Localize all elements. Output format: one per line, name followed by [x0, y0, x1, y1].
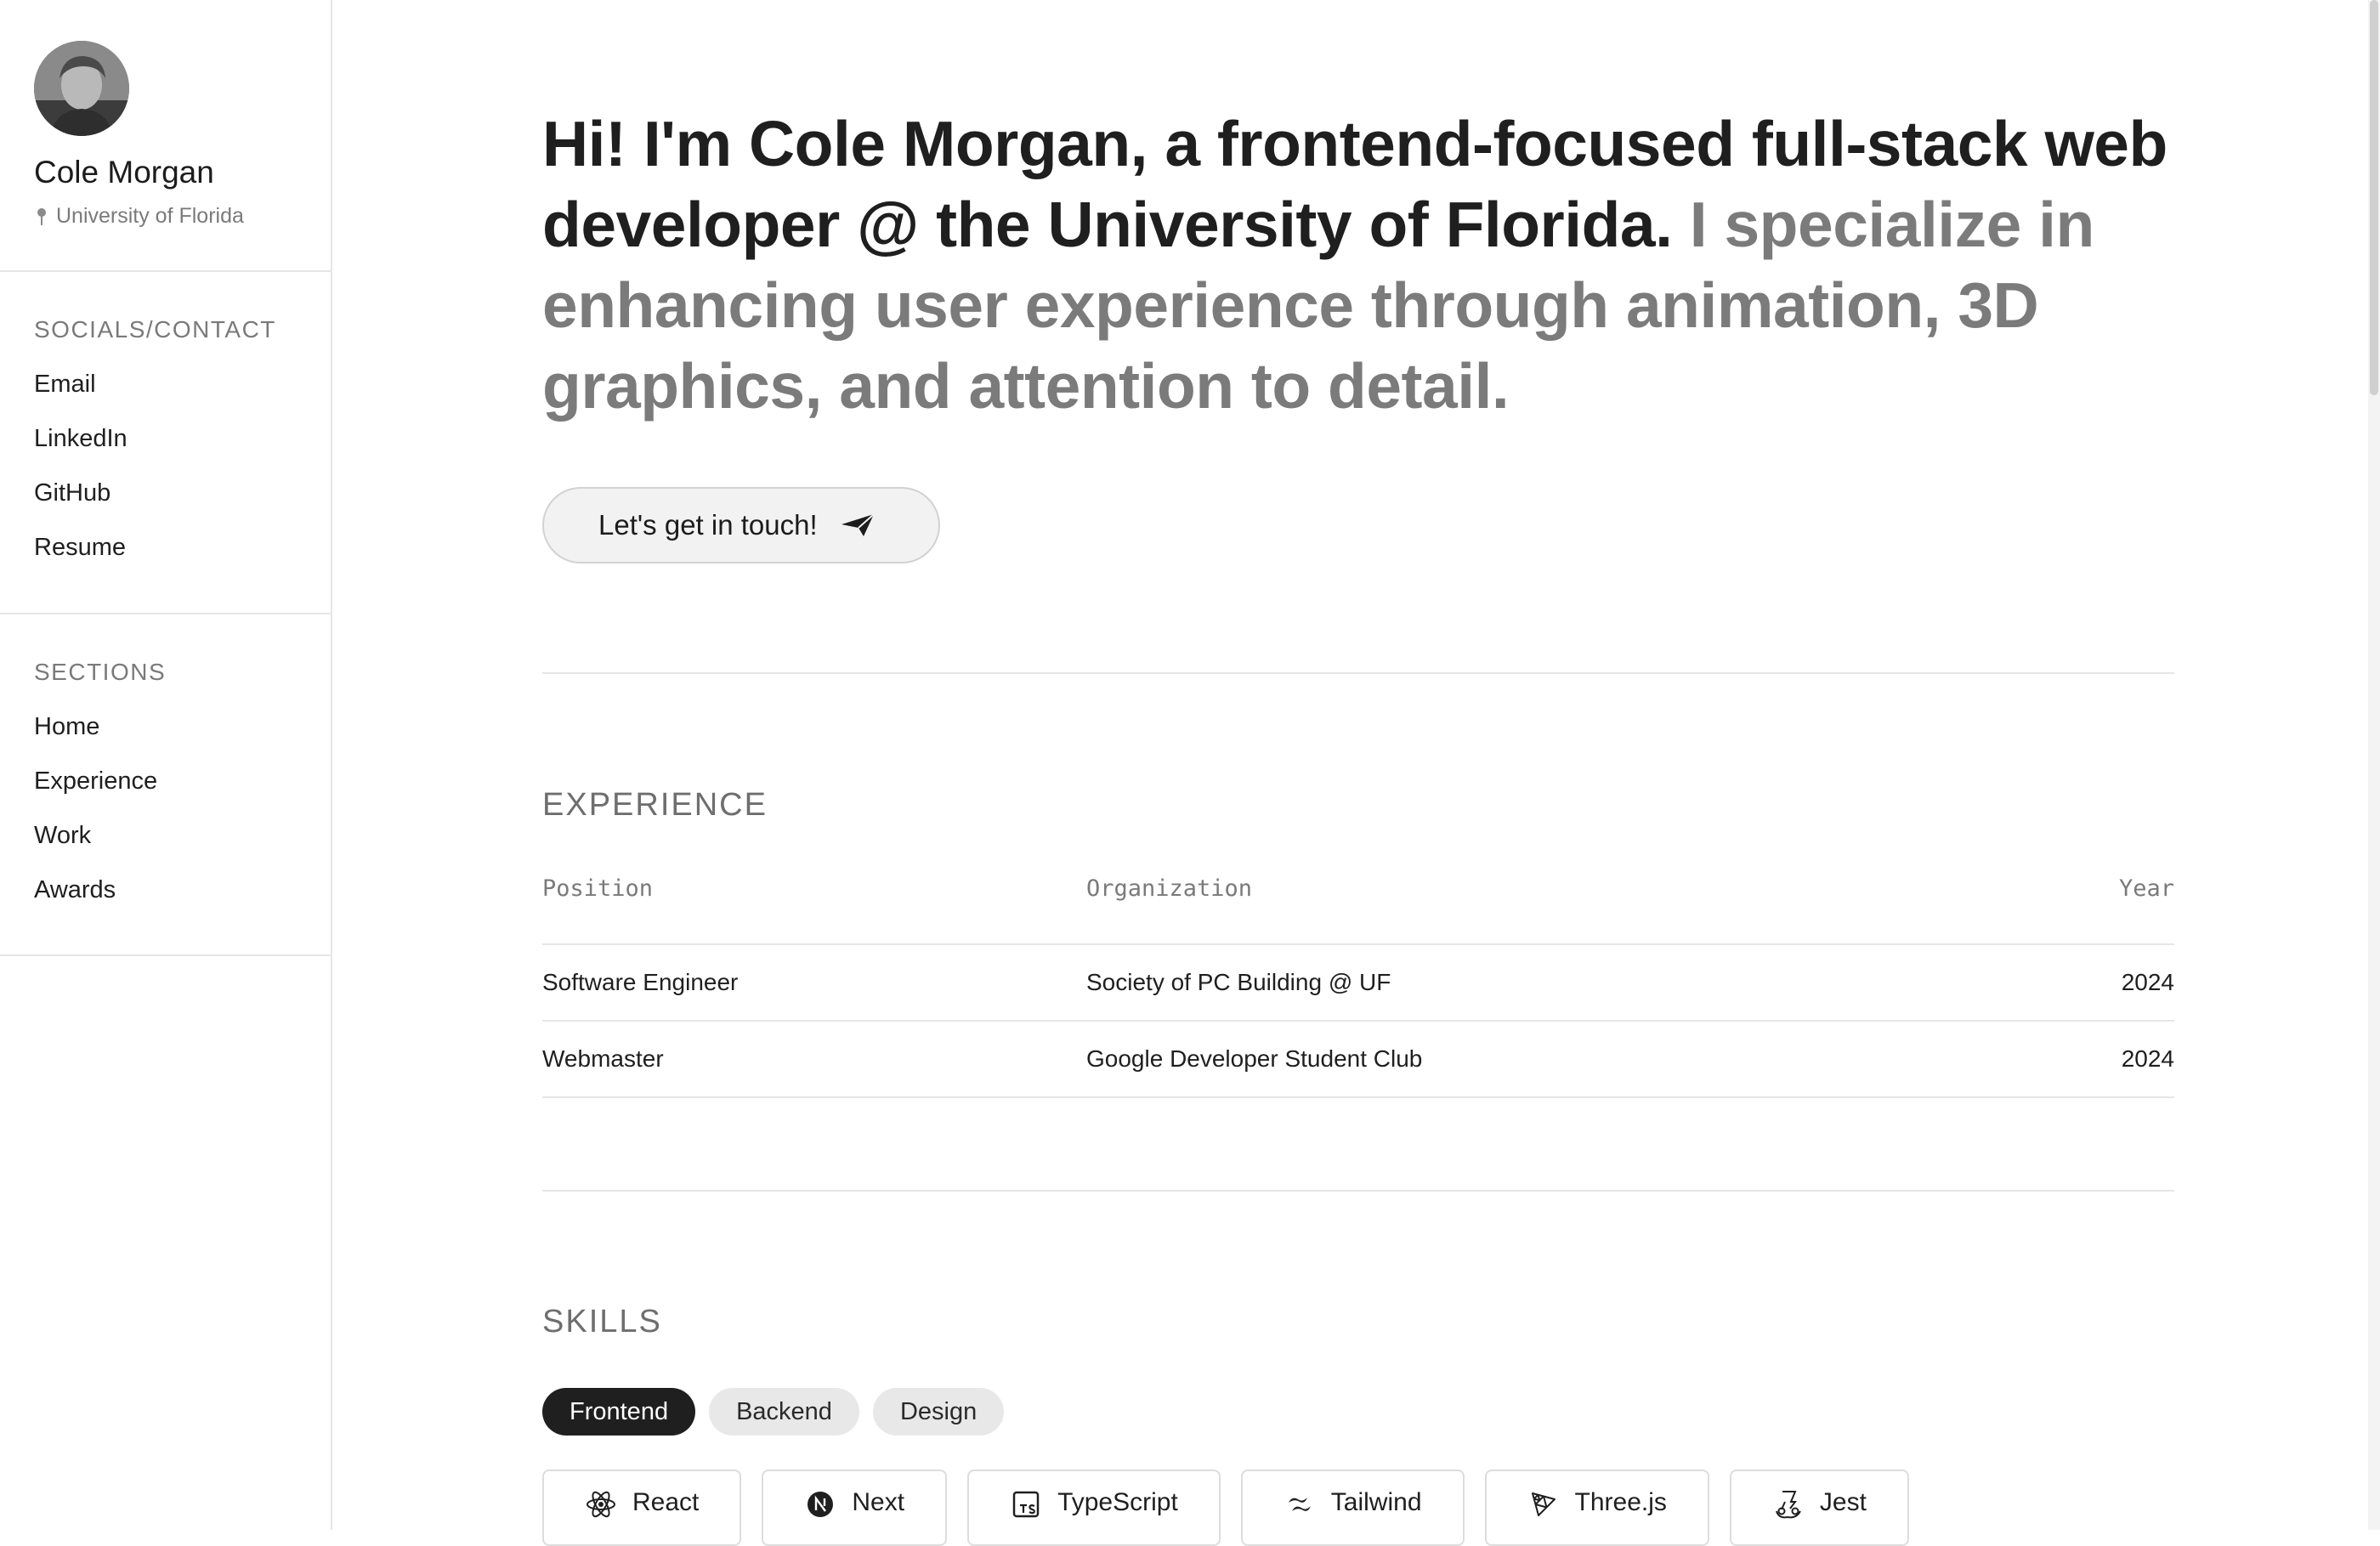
- skill-label: Next: [852, 1488, 905, 1516]
- skill-label: React: [632, 1488, 700, 1516]
- cell-organization: Google Developer Student Club: [1086, 1021, 2021, 1098]
- contact-button[interactable]: Let's get in touch!: [542, 487, 940, 563]
- skill-chip-jest[interactable]: Jest: [1729, 1470, 1909, 1546]
- sections-heading: SECTIONS: [34, 659, 167, 685]
- nextjs-icon: [808, 1492, 834, 1517]
- sidebar-item-resume[interactable]: Resume: [34, 532, 128, 586]
- sidebar: Cole Morgan University of Florida SOCIAL…: [0, 0, 332, 1530]
- sidebar-item-awards[interactable]: Awards: [34, 875, 157, 929]
- column-header-position: Position: [542, 858, 1086, 945]
- cell-year: 2024: [2020, 1021, 2174, 1098]
- socials-heading: SOCIALS/CONTACT: [34, 316, 276, 343]
- profile-card: Cole Morgan University of Florida: [0, 0, 331, 272]
- cell-year: 2024: [2020, 944, 2174, 1022]
- skill-chip-next[interactable]: Next: [762, 1470, 948, 1546]
- typescript-icon: [1012, 1491, 1040, 1518]
- hero-heading: Hi! I'm Cole Morgan, a frontend-focused …: [542, 104, 2174, 427]
- cell-organization: Society of PC Building @ UF: [1086, 944, 2021, 1022]
- divider: [542, 672, 2174, 674]
- table-row: Software Engineer Society of PC Building…: [542, 944, 2174, 1022]
- skills-tabs: Frontend Backend Design: [542, 1388, 1005, 1436]
- tab-design[interactable]: Design: [872, 1388, 1005, 1436]
- table-header-row: Position Organization Year: [542, 858, 2174, 945]
- column-header-year: Year: [2020, 858, 2174, 945]
- location-label: University of Florida: [56, 204, 244, 228]
- table-row: Webmaster Google Developer Student Club …: [542, 1021, 2174, 1098]
- sidebar-item-github[interactable]: GitHub: [34, 478, 128, 532]
- jest-icon: [1775, 1491, 1801, 1519]
- sidebar-item-linkedin[interactable]: LinkedIn: [34, 423, 128, 478]
- skill-label: Jest: [1819, 1488, 1867, 1516]
- skill-chip-typescript[interactable]: TypeScript: [967, 1470, 1221, 1546]
- skills-title: SKILLS: [542, 1304, 662, 1339]
- contact-button-label: Let's get in touch!: [598, 509, 818, 541]
- skill-label: Tailwind: [1330, 1488, 1422, 1516]
- skill-chip-react[interactable]: React: [542, 1470, 742, 1546]
- skill-label: TypeScript: [1057, 1488, 1178, 1516]
- cell-position: Webmaster: [542, 1021, 1086, 1098]
- skill-label: Three.js: [1574, 1488, 1667, 1516]
- divider: [542, 1190, 2174, 1192]
- avatar: [34, 41, 129, 136]
- skills-list: React Next TypeScript Tailwind Three.js …: [542, 1470, 1909, 1546]
- page-scrollbar[interactable]: [2368, 0, 2380, 1530]
- experience-title: EXPERIENCE: [542, 787, 768, 823]
- scrollbar-thumb[interactable]: [2370, 0, 2378, 395]
- skill-chip-threejs[interactable]: Three.js: [1484, 1470, 1709, 1546]
- socials-nav: SOCIALS/CONTACT Email LinkedIn GitHub Re…: [0, 272, 331, 614]
- location-pin-icon: [36, 207, 48, 226]
- experience-table: Position Organization Year Software Engi…: [542, 858, 2174, 1098]
- paper-plane-icon: [841, 513, 875, 536]
- cell-position: Software Engineer: [542, 944, 1086, 1022]
- tailwind-icon: [1288, 1498, 1311, 1511]
- sidebar-item-email[interactable]: Email: [34, 369, 128, 423]
- sidebar-item-home[interactable]: Home: [34, 711, 157, 766]
- skill-chip-tailwind[interactable]: Tailwind: [1240, 1470, 1465, 1546]
- column-header-organization: Organization: [1086, 858, 2021, 945]
- sidebar-item-work[interactable]: Work: [34, 820, 157, 875]
- sidebar-item-experience[interactable]: Experience: [34, 766, 157, 820]
- tab-frontend[interactable]: Frontend: [542, 1388, 696, 1436]
- react-icon: [586, 1491, 615, 1518]
- tab-backend[interactable]: Backend: [709, 1388, 859, 1436]
- sections-nav: SECTIONS Home Experience Work Awards: [0, 614, 331, 956]
- profile-location: University of Florida: [36, 204, 244, 229]
- profile-name: Cole Morgan: [34, 155, 214, 190]
- threejs-icon: [1531, 1492, 1556, 1516]
